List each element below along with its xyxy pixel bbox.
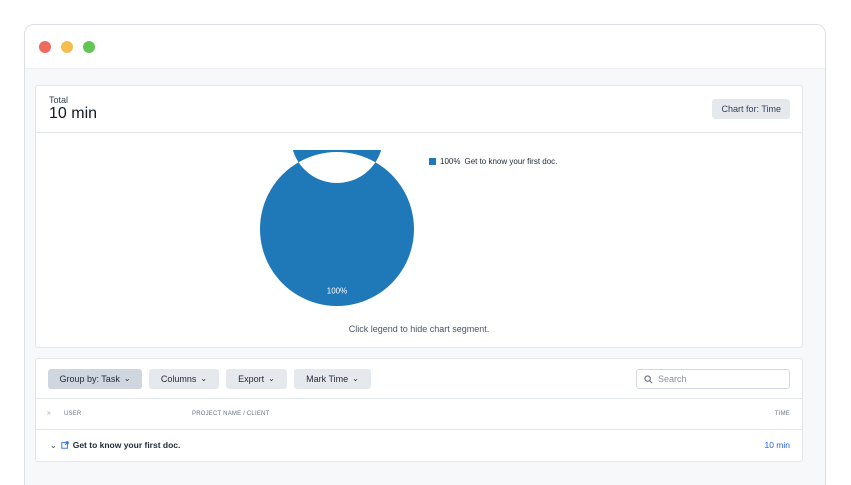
search-icon bbox=[644, 374, 653, 383]
window-titlebar bbox=[25, 25, 825, 69]
report-table-card: Group by: Task ⌄ Columns ⌄ Export ⌄ Mark… bbox=[35, 358, 803, 462]
column-header-user[interactable]: USER bbox=[64, 411, 81, 417]
maximize-window-button[interactable] bbox=[83, 40, 95, 53]
export-label: Export bbox=[238, 374, 265, 384]
mark-time-button[interactable]: Mark Time ⌄ bbox=[294, 369, 371, 389]
donut-chart: 100% bbox=[260, 150, 414, 306]
close-window-button[interactable] bbox=[39, 40, 51, 53]
total-label: Total bbox=[49, 95, 69, 105]
chevron-down-icon: ⌄ bbox=[200, 374, 208, 383]
task-cell: ⌄ Get to know your first doc. bbox=[50, 440, 180, 450]
group-by-label: Group by: Task bbox=[59, 374, 120, 384]
table-row[interactable]: ⌄ Get to know your first doc. 10 min bbox=[36, 430, 802, 461]
mark-time-label: Mark Time bbox=[306, 374, 349, 384]
app-window: Total 10 min Chart for: Time 100% 100% G… bbox=[24, 24, 826, 485]
task-name[interactable]: Get to know your first doc. bbox=[73, 440, 181, 450]
summary-card: Total 10 min Chart for: Time 100% 100% G… bbox=[35, 85, 803, 348]
search-box[interactable] bbox=[636, 369, 790, 389]
minimize-window-button[interactable] bbox=[61, 40, 73, 53]
chevron-down-icon: ⌄ bbox=[268, 374, 275, 383]
chevron-down-icon: ⌄ bbox=[123, 374, 131, 383]
donut-slice[interactable] bbox=[260, 150, 414, 306]
total-value: 10 min bbox=[49, 105, 98, 122]
column-header-time[interactable]: TIME bbox=[775, 411, 790, 417]
table-toolbar: Group by: Task ⌄ Columns ⌄ Export ⌄ Mark… bbox=[36, 359, 802, 399]
table-header: » USER PROJECT NAME / CLIENT TIME bbox=[36, 399, 802, 430]
column-header-project[interactable]: PROJECT NAME / CLIENT bbox=[192, 411, 269, 417]
legend-label: Get to know your first doc. bbox=[464, 157, 558, 166]
legend-swatch bbox=[429, 158, 436, 165]
chevron-down-icon[interactable]: ⌄ bbox=[50, 441, 57, 450]
chart-hint: Click legend to hide chart segment. bbox=[348, 324, 490, 334]
columns-button[interactable]: Columns ⌄ bbox=[149, 369, 219, 389]
columns-label: Columns bbox=[160, 374, 197, 384]
legend-percent: 100% bbox=[440, 157, 461, 166]
chevron-down-icon: ⌄ bbox=[352, 374, 359, 383]
group-by-button[interactable]: Group by: Task ⌄ bbox=[48, 369, 142, 389]
external-link-icon[interactable] bbox=[61, 441, 69, 449]
double-chevron-icon[interactable]: » bbox=[47, 410, 51, 417]
summary-header: Total 10 min Chart for: Time bbox=[36, 86, 802, 133]
task-time: 10 min bbox=[764, 440, 790, 450]
legend-item[interactable]: 100% Get to know your first doc. bbox=[429, 157, 557, 166]
slice-label: 100% bbox=[327, 287, 347, 296]
chart-for-button[interactable]: Chart for: Time bbox=[712, 99, 790, 119]
chart-area: 100% 100% Get to know your first doc. Cl… bbox=[36, 133, 802, 348]
export-button[interactable]: Export ⌄ bbox=[226, 369, 287, 389]
search-input[interactable] bbox=[658, 374, 778, 384]
